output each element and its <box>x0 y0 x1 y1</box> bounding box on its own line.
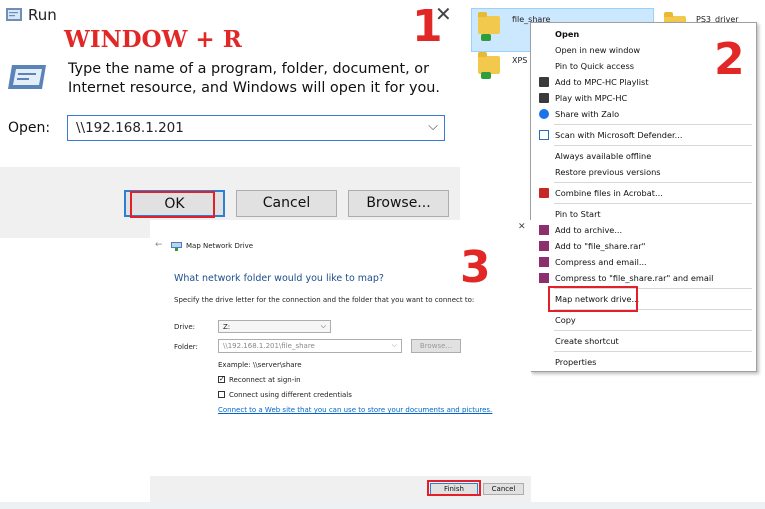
menu-item-add-mpc-playlist[interactable]: Add to MPC-HC Playlist <box>555 77 649 87</box>
menu-item-compress-email[interactable]: Compress and email... <box>555 257 647 267</box>
chevron-down-icon: ⌵ <box>391 341 397 349</box>
defender-icon <box>539 130 549 140</box>
menu-item-pin-quick-access[interactable]: Pin to Quick access <box>555 61 634 71</box>
open-input[interactable]: \\192.168.1.201 ⌵ <box>67 115 445 141</box>
run-title: Run <box>28 6 57 24</box>
menu-item-open-new-window[interactable]: Open in new window <box>555 45 640 55</box>
menu-item-always-offline[interactable]: Always available offline <box>555 151 651 161</box>
mpc-hc-icon <box>539 93 549 103</box>
close-icon[interactable]: ✕ <box>518 222 526 232</box>
reconnect-checkbox[interactable]: ✓ <box>218 376 225 383</box>
share-overlay-icon <box>481 34 491 41</box>
network-drive-icon <box>171 242 182 251</box>
run-program-icon <box>8 65 46 89</box>
menu-item-combine-acrobat[interactable]: Combine files in Acrobat... <box>555 188 663 198</box>
menu-item-restore-versions[interactable]: Restore previous versions <box>555 167 661 177</box>
menu-item-create-shortcut[interactable]: Create shortcut <box>555 336 619 346</box>
instruction-text: Specify the drive letter for the connect… <box>174 296 475 304</box>
menu-item-copy[interactable]: Copy <box>555 315 576 325</box>
drive-label: Drive: <box>174 323 196 331</box>
folder-input[interactable]: \\192.168.1.201\file_share ⌵ <box>218 339 402 353</box>
web-site-link[interactable]: Connect to a Web site that you can use t… <box>218 406 492 414</box>
different-credentials-checkbox[interactable] <box>218 391 225 398</box>
map-drive-highlight-box <box>548 286 638 312</box>
back-arrow-icon[interactable]: ← <box>155 240 163 250</box>
open-input-value: \\192.168.1.201 <box>76 120 184 136</box>
dialog-heading: What network folder would you like to ma… <box>174 273 384 284</box>
menu-item-pin-start[interactable]: Pin to Start <box>555 209 601 219</box>
zalo-icon <box>539 109 549 119</box>
acrobat-icon <box>539 188 549 198</box>
different-credentials-label[interactable]: Connect using different credentials <box>229 391 352 399</box>
run-description: Type the name of a program, folder, docu… <box>68 61 440 96</box>
share-overlay-icon <box>481 72 491 79</box>
dialog-title: Map Network Drive <box>186 242 254 250</box>
browse-button[interactable]: Browse... <box>411 339 461 353</box>
menu-separator <box>554 145 752 146</box>
menu-item-add-rar[interactable]: Add to "file_share.rar" <box>555 241 645 251</box>
menu-item-compress-rar-email[interactable]: Compress to "file_share.rar" and email <box>555 273 713 283</box>
step-3-label: 3 <box>460 242 491 293</box>
winrar-icon <box>539 257 549 267</box>
cancel-button[interactable]: Cancel <box>236 190 337 217</box>
bottom-strip <box>0 502 765 509</box>
menu-separator <box>554 203 752 204</box>
menu-item-play-mpc[interactable]: Play with MPC-HC <box>555 93 627 103</box>
menu-item-properties[interactable]: Properties <box>555 357 596 367</box>
folder-icon <box>478 12 500 34</box>
drive-select[interactable]: Z: ⌵ <box>218 320 331 333</box>
mpc-hc-icon <box>539 77 549 87</box>
example-text: Example: \\server\share <box>218 361 302 369</box>
finish-highlight-box <box>427 480 481 496</box>
menu-separator <box>554 182 752 183</box>
reconnect-label[interactable]: Reconnect at sign-in <box>229 376 301 384</box>
shortcut-annotation: WINDOW + R <box>64 26 242 53</box>
cancel-button[interactable]: Cancel <box>483 483 524 495</box>
folder-label: Folder: <box>174 343 198 351</box>
open-label: Open: <box>8 120 51 136</box>
chevron-down-icon[interactable]: ⌵ <box>428 119 438 134</box>
winrar-icon <box>539 273 549 283</box>
browse-button[interactable]: Browse... <box>348 190 449 217</box>
menu-separator <box>554 330 752 331</box>
folder-value: \\192.168.1.201\file_share <box>223 342 315 350</box>
ok-highlight-box <box>130 191 215 218</box>
run-app-icon <box>6 8 22 21</box>
step-2-label: 2 <box>714 34 745 85</box>
folder-name-xps[interactable]: XPS <box>512 56 527 65</box>
menu-item-add-archive[interactable]: Add to archive... <box>555 225 622 235</box>
menu-item-open[interactable]: Open <box>555 29 579 39</box>
step-1-label: 1 <box>412 1 443 52</box>
menu-item-share-zalo[interactable]: Share with Zalo <box>555 109 619 119</box>
winrar-icon <box>539 241 549 251</box>
menu-item-scan-defender[interactable]: Scan with Microsoft Defender... <box>555 130 682 140</box>
winrar-icon <box>539 225 549 235</box>
chevron-down-icon: ⌵ <box>320 322 326 330</box>
drive-value: Z: <box>223 323 231 331</box>
menu-separator <box>554 351 752 352</box>
menu-separator <box>554 124 752 125</box>
